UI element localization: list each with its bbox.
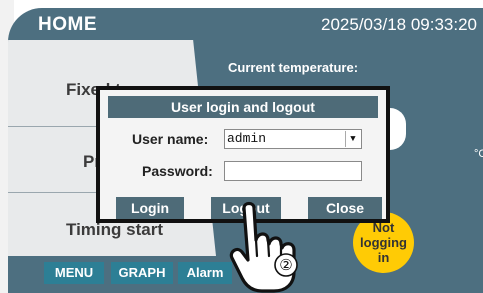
current-temperature-label: Current temperature:: [228, 60, 359, 75]
tab-alarm[interactable]: Alarm: [178, 262, 232, 284]
step-number: ②: [279, 256, 292, 274]
temperature-unit: °C: [474, 148, 483, 160]
tap-hand-icon: ②: [229, 201, 298, 293]
password-label: Password:: [142, 163, 213, 179]
close-button[interactable]: Close: [308, 197, 382, 219]
password-field[interactable]: [224, 161, 362, 181]
username-value: admin: [227, 131, 267, 146]
dialog-title: User login and logout: [108, 96, 378, 118]
datetime-display: 2025/03/18 09:33:20: [321, 15, 477, 34]
logging-status-text: Not logging in: [360, 220, 407, 265]
username-label: User name:: [132, 131, 209, 147]
login-button[interactable]: Login: [116, 197, 184, 219]
tab-menu[interactable]: MENU: [44, 262, 104, 284]
tab-graph[interactable]: GRAPH: [111, 262, 173, 284]
page-title: HOME: [38, 14, 97, 35]
dropdown-arrow-icon[interactable]: ▼: [345, 131, 360, 147]
nav-item-timing-start[interactable]: Timing start: [8, 220, 216, 240]
username-select[interactable]: admin ▼: [224, 129, 362, 149]
